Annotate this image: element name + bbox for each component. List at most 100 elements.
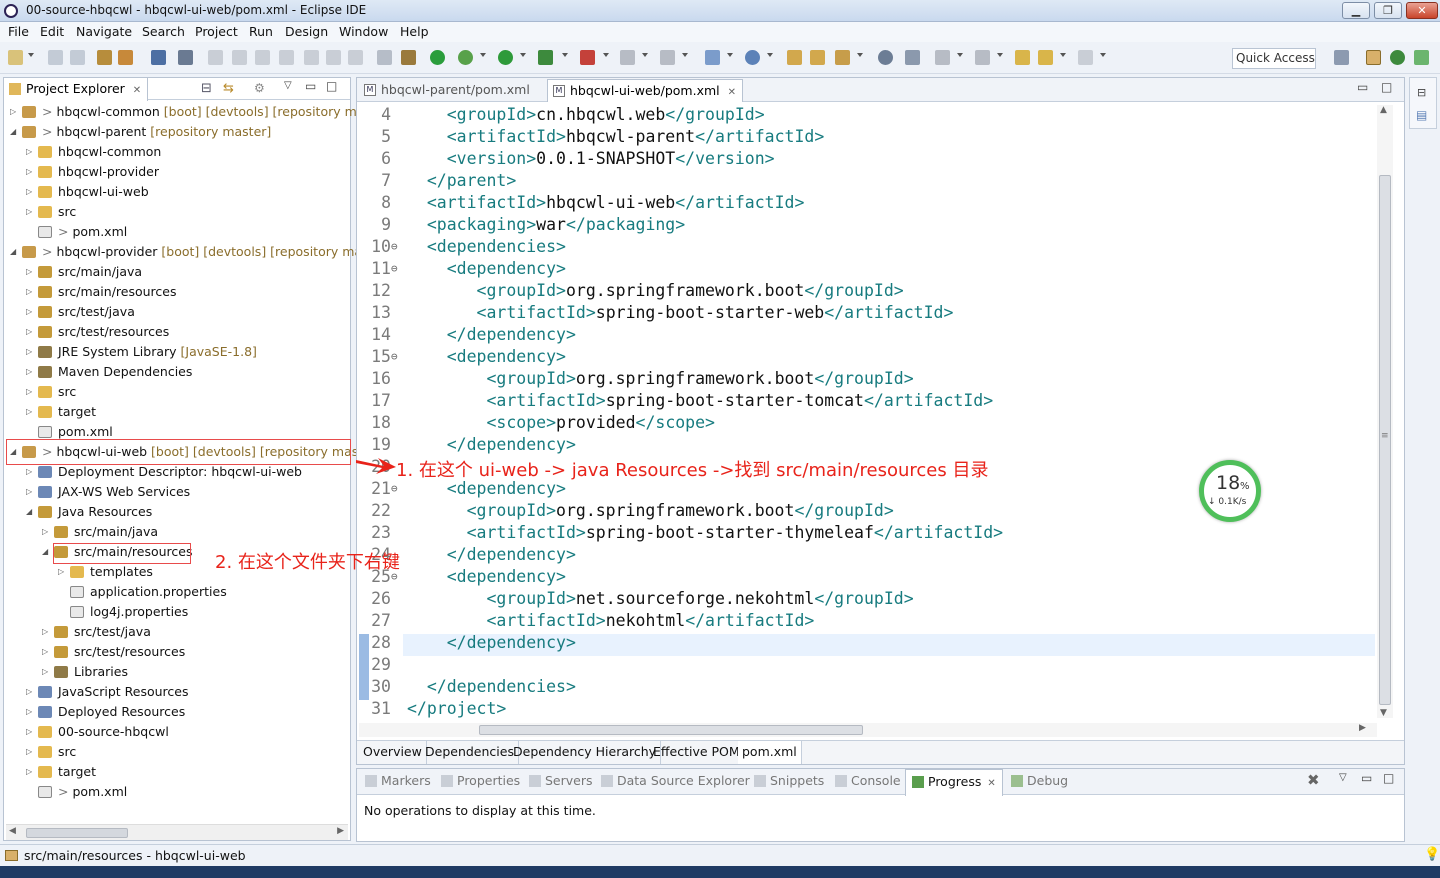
tab-debug[interactable]: Debug [1011,773,1068,788]
restore-button[interactable]: ❐ [1374,2,1402,19]
network-monitor-widget[interactable]: 18 % ↓ 0.1K/s [1199,460,1261,522]
filter-icon[interactable]: ⚙ [254,81,265,95]
code-line[interactable]: 4 <groupId>cn.hbqcwl.web</groupId> [359,105,1369,126]
open-resource-icon[interactable] [810,50,825,65]
resume-icon[interactable] [208,50,223,65]
server-icon[interactable] [660,50,675,65]
collapse-arrow-icon[interactable]: ◢ [26,502,36,522]
next-annotation-icon[interactable] [935,50,950,65]
tab-project-explorer[interactable]: Project Explorer ✕ [4,78,149,101]
code-line[interactable]: 18 <scope>provided</scope> [359,412,1369,434]
expand-arrow-icon[interactable]: ▷ [26,402,36,422]
expand-arrow-icon[interactable]: ▷ [10,102,20,122]
new-icon[interactable] [8,50,23,65]
fold-toggle-icon[interactable]: ⊖ [391,346,398,368]
code-line[interactable]: 25 ⊖ <dependency> [359,566,1369,588]
code-line[interactable]: 6 <version>0.0.1-SNAPSHOT</version> [359,148,1369,170]
terminate-icon[interactable] [255,50,270,65]
tab-properties[interactable]: Properties [441,773,520,788]
code-line[interactable]: 13 <artifactId>spring-boot-starter-web</… [359,302,1369,324]
save-all-icon[interactable] [70,50,85,65]
expand-arrow-icon[interactable]: ▷ [42,522,52,542]
build-all-icon[interactable] [118,50,133,65]
tab-servers[interactable]: Servers [529,773,593,788]
step-return-icon[interactable] [348,50,363,65]
tab-console[interactable]: Console [835,773,901,788]
minimize-view-icon[interactable]: ▭ [305,79,316,93]
code-line[interactable]: 12 <groupId>org.springframework.boot</gr… [359,280,1369,302]
collapse-arrow-icon[interactable]: ◢ [10,122,20,142]
tip-icon[interactable]: 💡 [1424,847,1440,862]
drop-to-frame-icon[interactable] [401,50,416,65]
link-editor-icon[interactable]: ⇆ [223,81,234,96]
restore-icon[interactable]: ⊟ [1417,86,1426,99]
code-line[interactable]: 5 <artifactId>hbqcwl-parent</artifactId> [359,126,1369,148]
java-ee-perspective-icon[interactable] [1366,50,1381,65]
quick-access-input[interactable]: Quick Access [1232,48,1316,69]
spring-boot-icon[interactable] [430,50,445,65]
annotation-icon[interactable] [905,50,920,65]
run-icon[interactable] [498,50,513,65]
minimize-button[interactable]: ▁ [1342,2,1370,19]
disconnect-icon[interactable] [279,50,294,65]
use-step-filters-icon[interactable] [377,50,392,65]
code-line[interactable]: 8 <artifactId>hbqcwl-ui-web</artifactId> [359,192,1369,214]
code-line[interactable]: 29 [359,654,1369,676]
expand-arrow-icon[interactable]: ▷ [26,202,36,222]
new-server-icon[interactable] [705,50,720,65]
tab-snippets[interactable]: Snippets [754,773,824,788]
save-icon[interactable] [48,50,63,65]
expand-arrow-icon[interactable]: ▷ [26,302,36,322]
tab-data-source-explorer[interactable]: Data Source Explorer [601,773,750,788]
code-line[interactable]: 11 ⊖ <dependency> [359,258,1369,280]
prev-annotation-icon[interactable] [975,50,990,65]
code-line[interactable]: 30 </dependencies> [359,676,1369,698]
menu-file[interactable]: File [8,24,29,39]
tab-dependency-hierarchy[interactable]: Dependency Hierarchy [509,741,662,764]
expand-arrow-icon[interactable]: ▷ [26,362,36,382]
tab-parent-pom[interactable]: Mhbqcwl-parent/pom.xml [359,79,536,101]
forward-icon[interactable] [1078,50,1093,65]
code-line[interactable]: 10 ⊖ <dependencies> [359,236,1369,258]
expand-arrow-icon[interactable]: ▷ [26,162,36,182]
bottom-minimize-icon[interactable]: ▭ [1361,771,1372,785]
expand-arrow-icon[interactable]: ▷ [26,462,36,482]
code-area[interactable]: 4 <groupId>cn.hbqcwl.web</groupId> 5 <art… [359,105,1375,735]
expand-arrow-icon[interactable]: ▷ [26,682,36,702]
expand-arrow-icon[interactable]: ▷ [42,662,52,682]
menu-search[interactable]: Search [142,24,185,39]
code-line[interactable]: 26 <groupId>net.sourceforge.nekohtml</gr… [359,588,1369,610]
code-line[interactable]: 17 <artifactId>spring-boot-starter-tomca… [359,390,1369,412]
expand-arrow-icon[interactable]: ▷ [26,342,36,362]
fold-toggle-icon[interactable]: ⊖ [391,236,398,258]
tab-dependencies[interactable]: Dependencies [421,741,519,764]
bottom-view-menu-icon[interactable]: ▽ [1339,772,1347,783]
close-button[interactable]: ✕ [1406,2,1438,19]
debug-icon[interactable] [458,50,473,65]
collapse-all-icon[interactable]: ⊟ [201,81,212,96]
spring-perspective-icon[interactable] [1414,50,1429,65]
debug-perspective-icon[interactable] [1390,50,1405,65]
expand-arrow-icon[interactable]: ▷ [26,322,36,342]
expand-arrow-icon[interactable]: ▷ [26,722,36,742]
open-perspective-icon[interactable] [1334,50,1349,65]
expand-arrow-icon[interactable]: ▷ [26,742,36,762]
code-line[interactable]: 23 <artifactId>spring-boot-starter-thyme… [359,522,1369,544]
new-class-icon[interactable] [745,50,760,65]
menu-project[interactable]: Project [195,24,238,39]
expand-arrow-icon[interactable]: ▷ [26,482,36,502]
code-line[interactable]: 14 </dependency> [359,324,1369,346]
editor-vscrollbar[interactable]: ▲ ≡ ▼ [1377,105,1393,718]
globe-icon[interactable] [878,50,893,65]
menu-window[interactable]: Window [339,24,388,39]
fold-toggle-icon[interactable]: ⊖ [391,258,398,280]
step-into-icon[interactable] [304,50,319,65]
editor-maximize-icon[interactable]: □ [1381,80,1392,94]
expand-arrow-icon[interactable]: ▷ [26,142,36,162]
code-line[interactable]: 15 ⊖ <dependency> [359,346,1369,368]
tab-progress[interactable]: Progress ✕ [905,769,1003,796]
back-icon[interactable] [1038,50,1053,65]
suspend-icon[interactable] [232,50,247,65]
coverage-icon[interactable] [538,50,553,65]
collapse-arrow-icon[interactable]: ◢ [42,542,52,562]
